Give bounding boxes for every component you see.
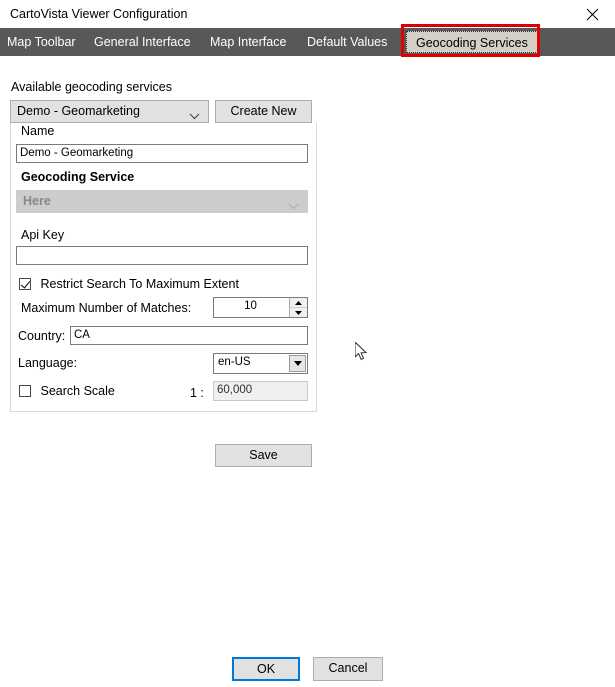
scale-ratio-label: 1 : [190,386,204,400]
mouse-cursor [354,340,369,365]
restrict-search-checkbox[interactable] [19,278,31,290]
window-title: CartoVista Viewer Configuration [10,7,188,21]
service-select[interactable]: Demo - Geomarketing [10,100,209,123]
tab-map-toolbar[interactable]: Map Toolbar [3,28,80,56]
language-select[interactable]: en-US [213,353,308,374]
geocoding-service-label: Geocoding Service [21,170,135,184]
cursor-arrow-icon [354,340,368,361]
search-scale-checkbox-row[interactable]: Search Scale [19,384,115,398]
create-new-button[interactable]: Create New [215,100,312,123]
chevron-down-icon [189,109,200,123]
title-bar: CartoVista Viewer Configuration [0,0,615,28]
tab-bar: Map Toolbar General Interface Map Interf… [0,28,615,56]
tab-geocoding-services[interactable]: Geocoding Services [406,31,538,53]
geocoding-service-select[interactable]: Here [16,190,308,213]
search-scale-checkbox[interactable] [19,385,31,397]
language-dropdown-button[interactable] [289,355,306,372]
close-icon [586,8,599,20]
name-input[interactable]: Demo - Geomarketing [16,144,308,163]
max-matches-value: 10 [244,300,257,312]
country-input[interactable]: CA [70,326,308,345]
caret-up-icon [295,300,302,305]
max-matches-stepper[interactable]: 10 [213,297,308,318]
stepper-buttons[interactable] [289,298,307,317]
restrict-search-label: Restrict Search To Maximum Extent [40,277,239,291]
name-label: Name [21,124,55,138]
api-key-label: Api Key [21,228,65,242]
api-key-input[interactable] [16,246,308,265]
ok-button[interactable]: OK [232,657,300,681]
chevron-down-icon [288,199,299,213]
language-value: en-US [218,356,251,368]
language-label: Language: [18,356,78,370]
available-services-label: Available geocoding services [11,80,172,94]
stepper-up-button[interactable] [290,298,307,308]
close-button[interactable] [570,0,615,28]
tab-default-values[interactable]: Default Values [303,28,391,56]
search-scale-label: Search Scale [40,384,115,398]
caret-down-icon [295,310,302,315]
restrict-search-checkbox-row[interactable]: Restrict Search To Maximum Extent [19,277,239,291]
max-matches-label: Maximum Number of Matches: [21,301,192,315]
scale-value-input[interactable]: 60,000 [213,381,308,401]
save-button[interactable]: Save [215,444,312,467]
tab-map-interface[interactable]: Map Interface [206,28,290,56]
geocoding-service-value: Here [23,194,51,208]
tab-general-interface[interactable]: General Interface [90,28,195,56]
service-select-value: Demo - Geomarketing [17,104,140,118]
country-label: Country: [18,329,66,343]
caret-down-icon [293,361,302,366]
cancel-button[interactable]: Cancel [313,657,383,681]
stepper-down-button[interactable] [290,308,307,317]
